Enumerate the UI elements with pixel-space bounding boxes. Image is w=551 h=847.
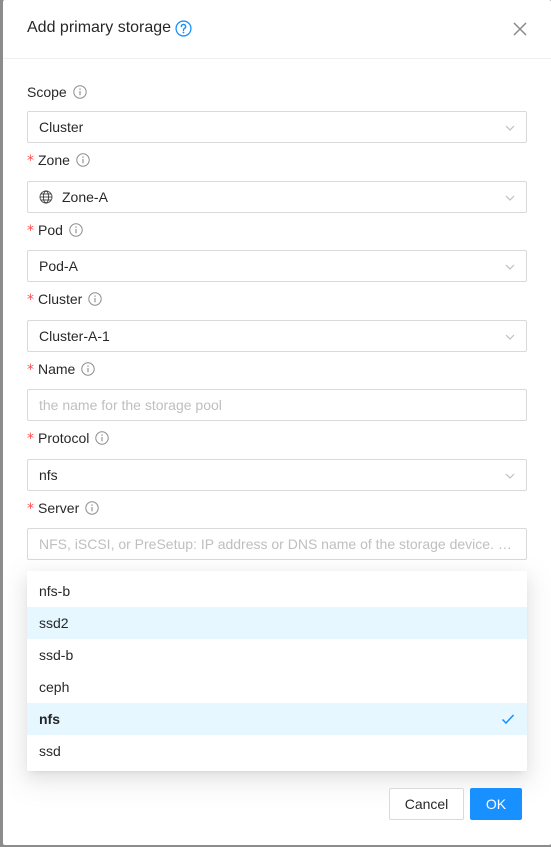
option-label: nfs: [39, 711, 60, 727]
info-icon: [69, 223, 83, 237]
cluster-label: * Cluster: [27, 291, 103, 308]
dropdown-option[interactable]: ssd-b: [27, 639, 527, 671]
pod-value: Pod-A: [39, 258, 78, 274]
info-icon: [76, 153, 90, 167]
protocol-select[interactable]: nfs: [27, 459, 527, 491]
dropdown-option[interactable]: ssd2: [27, 607, 527, 639]
zone-label-text: Zone: [38, 152, 70, 168]
question-circle-icon[interactable]: [175, 20, 192, 37]
option-label: ssd-b: [39, 647, 74, 663]
ok-button[interactable]: OK: [470, 788, 522, 820]
server-label: * Server: [27, 500, 99, 517]
required-marker: *: [27, 223, 34, 239]
name-label: * Name: [27, 361, 96, 378]
dropdown-option[interactable]: nfs-b: [27, 575, 527, 607]
server-placeholder: NFS, iSCSI, or PreSetup: IP address or D…: [39, 536, 512, 552]
option-label: ssd: [39, 743, 61, 759]
add-primary-storage-dialog: Add primary storage Scope Cluster * Zone …: [3, 0, 551, 845]
dialog-title: Add primary storage: [27, 19, 172, 36]
protocol-label: * Protocol: [27, 430, 110, 447]
globe-icon: [39, 190, 53, 204]
scope-select[interactable]: Cluster: [27, 111, 527, 143]
required-marker: *: [27, 292, 34, 308]
required-marker: *: [27, 501, 34, 517]
chevron-down-icon: [505, 195, 515, 201]
option-label: nfs-b: [39, 583, 71, 599]
server-input[interactable]: NFS, iSCSI, or PreSetup: IP address or D…: [27, 528, 527, 560]
zone-select[interactable]: Zone-A: [27, 181, 527, 213]
name-label-text: Name: [38, 361, 76, 377]
pod-label-text: Pod: [38, 222, 63, 238]
dialog-header: Add primary storage: [3, 0, 551, 59]
chevron-down-icon: [505, 125, 515, 131]
required-marker: *: [27, 153, 34, 169]
dropdown-option-selected[interactable]: nfs: [27, 703, 527, 735]
cluster-value: Cluster-A-1: [39, 328, 110, 344]
name-placeholder: the name for the storage pool: [39, 397, 222, 413]
check-icon: [501, 714, 515, 725]
pod-label: * Pod: [27, 222, 83, 239]
info-icon: [81, 362, 96, 376]
scope-value: Cluster: [39, 119, 84, 135]
protocol-label-text: Protocol: [38, 430, 90, 446]
required-marker: *: [27, 431, 34, 447]
storage-tag-dropdown: nfs-b ssd2 ssd-b ceph nfs ssd: [27, 571, 527, 771]
name-input[interactable]: the name for the storage pool: [27, 389, 527, 421]
scope-label: Scope: [27, 84, 87, 100]
server-label-text: Server: [38, 500, 80, 516]
required-marker: *: [27, 362, 34, 378]
dropdown-option[interactable]: ceph: [27, 671, 527, 703]
info-icon: [95, 431, 110, 445]
chevron-down-icon: [505, 334, 515, 340]
zone-label: * Zone: [27, 152, 90, 169]
info-icon: [73, 85, 87, 99]
close-icon[interactable]: [511, 20, 529, 38]
pod-select[interactable]: Pod-A: [27, 250, 527, 282]
protocol-value: nfs: [39, 467, 58, 483]
cluster-select[interactable]: Cluster-A-1: [27, 320, 527, 352]
info-icon: [88, 292, 103, 306]
cancel-button[interactable]: Cancel: [389, 788, 464, 820]
dropdown-option[interactable]: ssd: [27, 735, 527, 767]
chevron-down-icon: [505, 473, 515, 479]
option-label: ssd2: [39, 615, 69, 631]
scope-label-text: Scope: [27, 84, 67, 100]
chevron-down-icon: [505, 264, 515, 270]
cluster-label-text: Cluster: [38, 291, 83, 307]
info-icon: [85, 501, 99, 515]
option-label: ceph: [39, 679, 70, 695]
zone-value: Zone-A: [62, 189, 108, 205]
